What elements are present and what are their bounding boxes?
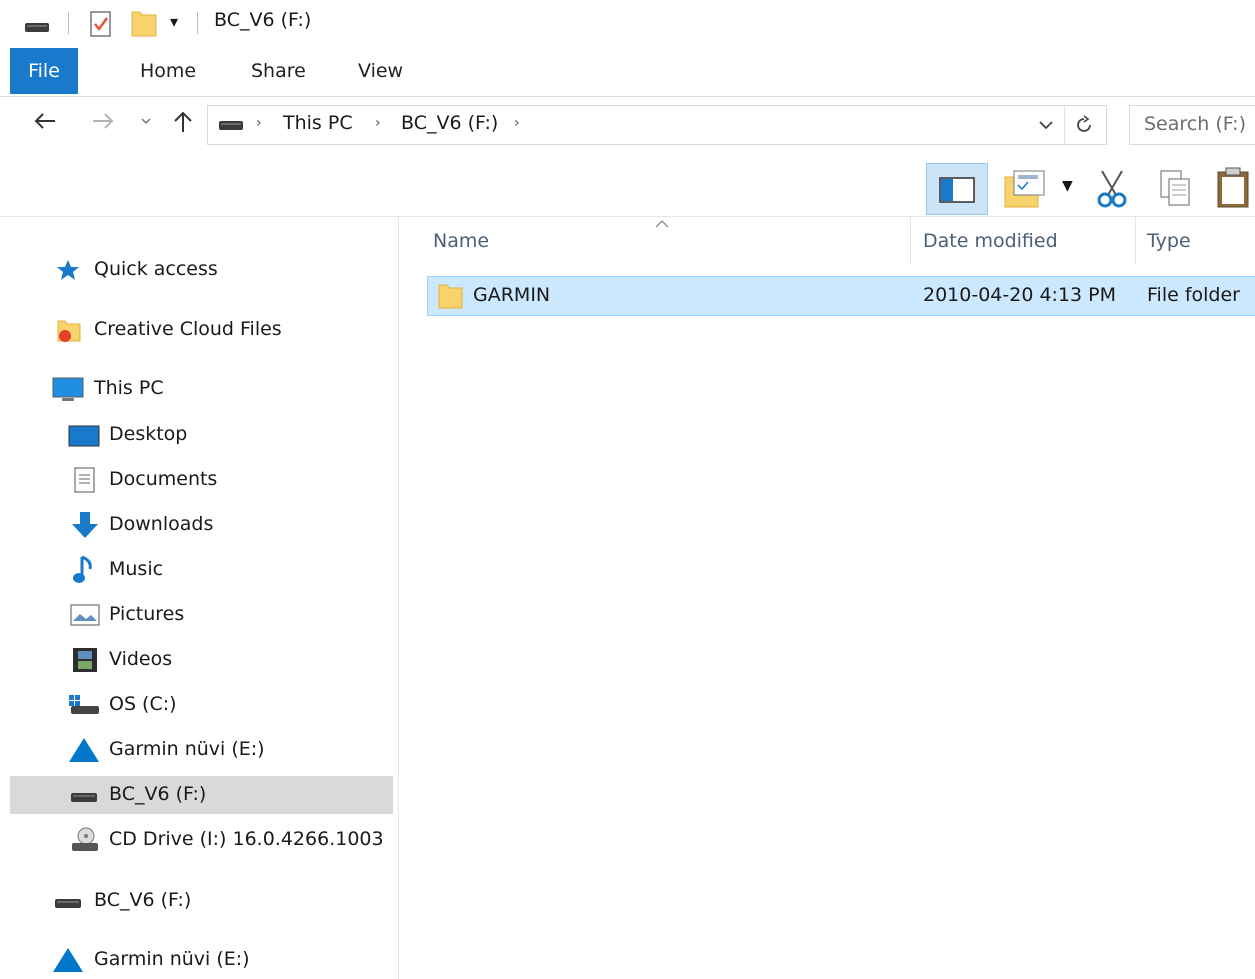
column-header-date-modified[interactable]: Date modified bbox=[923, 230, 1058, 252]
column-header-type[interactable]: Type bbox=[1147, 230, 1191, 252]
search-placeholder: Search (F:) bbox=[1144, 113, 1246, 135]
music-note-icon bbox=[73, 555, 92, 583]
breadcrumb-separator-icon[interactable]: › bbox=[514, 115, 520, 131]
nav-item-label: This PC bbox=[94, 377, 164, 399]
film-icon bbox=[73, 648, 97, 672]
qat-dropdown-icon[interactable]: ▾ bbox=[170, 12, 178, 31]
chevron-down-icon bbox=[141, 118, 151, 125]
navigation-pane-button[interactable] bbox=[926, 163, 988, 215]
nav-item-label: Music bbox=[109, 558, 164, 580]
tab-share[interactable]: Share bbox=[233, 48, 324, 94]
nav-documents[interactable]: Documents bbox=[10, 461, 393, 499]
search-input[interactable]: Search (F:) bbox=[1129, 105, 1255, 145]
file-row[interactable]: GARMIN 2010-04-20 4:13 PM File folder bbox=[427, 276, 1255, 316]
navigation-pane-icon bbox=[939, 177, 975, 203]
breadcrumb-separator-icon[interactable]: › bbox=[256, 115, 262, 131]
nav-item-label: CD Drive (I:) 16.0.4266.1003 bbox=[109, 828, 384, 850]
properties-dropdown-icon[interactable]: ▼ bbox=[1062, 178, 1073, 194]
download-arrow-icon bbox=[72, 512, 98, 538]
tab-file[interactable]: File bbox=[10, 48, 78, 94]
window-title: BC_V6 (F:) bbox=[214, 9, 312, 31]
cut-button[interactable] bbox=[1092, 163, 1132, 213]
nav-item-label: Quick access bbox=[94, 258, 218, 280]
file-list: Name Date modified Type GARMIN 2010-04-2… bbox=[398, 216, 1255, 979]
nav-item-label: Desktop bbox=[109, 423, 188, 445]
garmin-triangle-icon bbox=[69, 738, 99, 762]
nav-bc-v6-f-root[interactable]: BC_V6 (F:) bbox=[10, 882, 393, 920]
nav-item-label: Garmin nüvi (E:) bbox=[94, 948, 250, 970]
document-icon bbox=[74, 467, 95, 493]
navigation-pane: Quick access Creative Cloud Files This P… bbox=[0, 216, 399, 979]
file-date: 2010-04-20 4:13 PM bbox=[923, 284, 1117, 306]
nav-music[interactable]: Music bbox=[10, 551, 393, 589]
nav-pictures[interactable]: Pictures bbox=[10, 596, 393, 634]
properties-page-icon bbox=[1004, 170, 1045, 208]
picture-icon bbox=[70, 604, 100, 626]
forward-arrow-icon bbox=[93, 113, 114, 129]
nav-os-c[interactable]: OS (C:) bbox=[10, 686, 393, 724]
paste-button[interactable] bbox=[1210, 163, 1255, 213]
copy-button[interactable] bbox=[1152, 163, 1196, 213]
nav-item-label: Creative Cloud Files bbox=[94, 318, 282, 340]
nav-quick-access[interactable]: Quick access bbox=[10, 251, 393, 289]
star-icon bbox=[57, 260, 79, 280]
windows-drive-icon bbox=[69, 695, 99, 714]
nav-garmin-e[interactable]: Garmin nüvi (E:) bbox=[10, 731, 393, 769]
ribbon-tabs: File Home Share View bbox=[0, 48, 1255, 97]
clipboard-icon bbox=[1217, 167, 1249, 208]
file-type: File folder bbox=[1147, 284, 1240, 306]
drive-icon bbox=[55, 899, 81, 908]
copy-icon bbox=[1160, 170, 1190, 206]
tab-home[interactable]: Home bbox=[122, 48, 214, 94]
computer-icon bbox=[52, 377, 84, 401]
nav-item-label: Garmin nüvi (E:) bbox=[109, 738, 265, 760]
nav-bc-v6-f[interactable]: BC_V6 (F:) bbox=[10, 776, 393, 814]
address-row: › This PC › BC_V6 (F:) › Search (F:) bbox=[0, 96, 1255, 158]
nav-creative-cloud-files[interactable]: Creative Cloud Files bbox=[10, 311, 393, 349]
file-name: GARMIN bbox=[473, 284, 551, 306]
drive-icon bbox=[25, 23, 49, 32]
creative-cloud-folder-icon bbox=[57, 320, 81, 342]
nav-item-label: Downloads bbox=[109, 513, 214, 535]
nav-this-pc[interactable]: This PC bbox=[10, 370, 393, 408]
nav-cd-drive-i[interactable]: CD Drive (I:) 16.0.4266.1003 bbox=[10, 821, 393, 859]
folder-icon bbox=[438, 284, 463, 309]
address-bar[interactable]: › This PC › BC_V6 (F:) › bbox=[207, 105, 1107, 145]
nav-item-label: Documents bbox=[109, 468, 218, 490]
up-arrow-icon bbox=[174, 111, 192, 132]
column-header-name[interactable]: Name bbox=[433, 230, 489, 252]
new-folder-icon[interactable] bbox=[130, 8, 158, 38]
nav-videos[interactable]: Videos bbox=[10, 641, 393, 679]
nav-item-label: BC_V6 (F:) bbox=[94, 889, 192, 911]
scissors-icon bbox=[1097, 170, 1127, 208]
desktop-icon bbox=[68, 425, 100, 447]
title-bar: ▾ BC_V6 (F:) bbox=[0, 0, 1255, 48]
garmin-triangle-icon bbox=[53, 948, 83, 972]
drive-icon bbox=[71, 793, 97, 802]
nav-downloads[interactable]: Downloads bbox=[10, 506, 393, 544]
nav-item-label: Videos bbox=[109, 648, 173, 670]
sort-ascending-icon bbox=[655, 220, 669, 228]
quick-toolbar: ▼ bbox=[0, 158, 1255, 217]
properties-button[interactable] bbox=[1002, 163, 1050, 213]
forward-button[interactable] bbox=[88, 110, 118, 140]
breadcrumb-drive[interactable]: BC_V6 (F:) bbox=[401, 112, 498, 134]
nav-item-label: Pictures bbox=[109, 603, 185, 625]
properties-icon[interactable] bbox=[89, 10, 113, 38]
cd-drive-icon bbox=[72, 827, 98, 851]
up-button[interactable] bbox=[168, 110, 198, 140]
breadcrumb-separator-icon[interactable]: › bbox=[375, 115, 381, 131]
nav-desktop[interactable]: Desktop bbox=[10, 416, 393, 454]
recent-locations-button[interactable] bbox=[137, 110, 155, 140]
back-arrow-icon bbox=[34, 113, 55, 129]
back-button[interactable] bbox=[30, 110, 60, 140]
tab-view[interactable]: View bbox=[340, 48, 421, 94]
nav-item-label: BC_V6 (F:) bbox=[109, 783, 207, 805]
breadcrumb-this-pc[interactable]: This PC bbox=[283, 112, 353, 134]
nav-garmin-e-root[interactable]: Garmin nüvi (E:) bbox=[10, 941, 393, 979]
refresh-icon[interactable] bbox=[1074, 115, 1094, 135]
nav-item-label: OS (C:) bbox=[109, 693, 177, 715]
address-history-dropdown-icon[interactable] bbox=[1038, 118, 1054, 132]
drive-icon bbox=[219, 121, 243, 130]
